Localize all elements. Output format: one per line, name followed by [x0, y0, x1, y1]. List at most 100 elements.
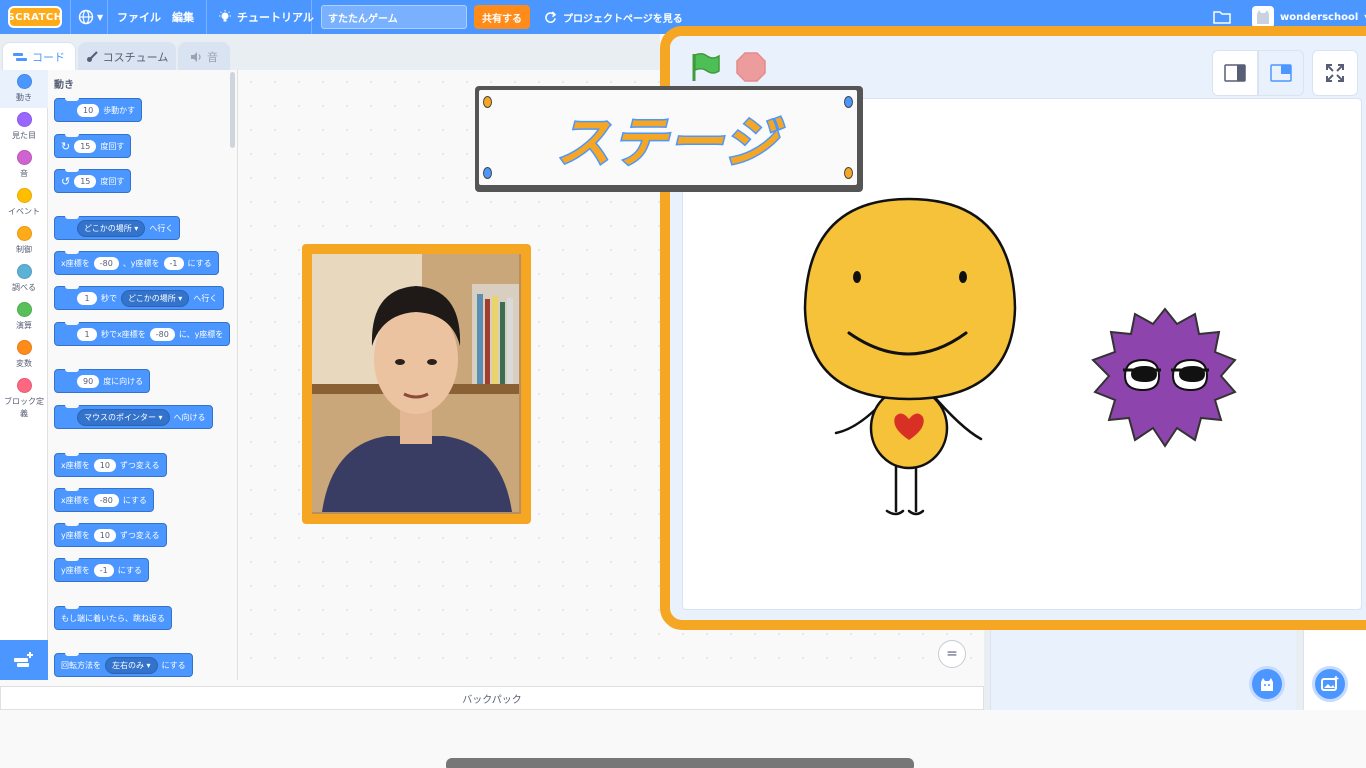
smiley-sprite[interactable] [801, 193, 1021, 523]
category-label: 音 [20, 169, 28, 178]
see-project-page-label: プロジェクトページを見る [563, 13, 683, 25]
cat-avatar-icon [1257, 10, 1269, 24]
category-dot [16, 226, 32, 241]
add-sprite-icon [1261, 678, 1273, 691]
change-y-block[interactable]: y座標を 10 ずつ変える [54, 523, 167, 547]
normal-stage-button[interactable] [1258, 50, 1304, 96]
stage-title-plaque: ステージ [475, 86, 863, 192]
glide-to-block[interactable]: 1 秒で どこかの場所 ▾ へ行く [54, 286, 225, 310]
block-text: 秒で [101, 293, 117, 303]
stage-title-plaque-inner: ステージ [479, 90, 857, 185]
direction-input[interactable]: 90 [77, 374, 100, 388]
green-flag-button[interactable] [690, 52, 722, 86]
y-change-input[interactable]: 10 [93, 528, 116, 542]
dropdown-value: どこかの場所 [128, 293, 176, 303]
presenter-video [312, 254, 521, 514]
stop-icon [736, 52, 766, 82]
block-text: x座標を [61, 495, 90, 505]
go-to-block[interactable]: どこかの場所 ▾ へ行く [54, 216, 181, 240]
edit-menu[interactable]: 編集 [172, 0, 194, 34]
normal-stage-icon [1270, 64, 1292, 82]
category-motion[interactable]: 動き [0, 70, 48, 108]
seconds-input[interactable]: 1 [77, 327, 97, 341]
tab-costumes-label: コスチューム [102, 50, 169, 64]
category-control[interactable]: 制御 [0, 226, 48, 255]
turn-right-block[interactable]: ↻ 15 度回す [54, 134, 132, 158]
category-variables[interactable]: 変数 [0, 340, 48, 369]
rotation-style-dropdown[interactable]: 左右のみ ▾ [105, 656, 158, 674]
category-sensing[interactable]: 調べる [0, 264, 48, 293]
block-text: 歩動かす [103, 105, 136, 115]
block-text: にする [122, 495, 147, 505]
tab-code[interactable]: コード [2, 42, 76, 70]
glide-target-dropdown[interactable]: どこかの場所 ▾ [121, 289, 190, 307]
screw-icon [844, 167, 853, 179]
block-text: ずつ変える [119, 460, 160, 470]
category-label: 動き [16, 93, 32, 102]
go-to-target-dropdown[interactable]: どこかの場所 ▾ [77, 219, 146, 237]
purple-monster-sprite[interactable] [1085, 304, 1245, 454]
share-button[interactable]: 共有する [474, 5, 530, 29]
go-to-xy-block[interactable]: x座標を -80 、y座標を -1 にする [54, 251, 219, 275]
x-input[interactable]: -80 [149, 327, 175, 341]
scratch-logo[interactable]: SCRATCH [7, 6, 62, 28]
category-events[interactable]: イベント [0, 188, 48, 217]
point-towards-dropdown[interactable]: マウスのポインター ▾ [77, 408, 170, 426]
degrees-input[interactable]: 15 [74, 174, 97, 188]
add-extension-button[interactable] [0, 640, 48, 680]
choose-backdrop-button[interactable] [1312, 666, 1348, 702]
choose-sprite-button[interactable] [1249, 666, 1285, 702]
degrees-input[interactable]: 15 [74, 139, 97, 153]
x-change-input[interactable]: 10 [93, 458, 116, 472]
set-x-block[interactable]: x座標を -80 にする [54, 488, 154, 512]
editor-tabs: コード コスチューム 音 [0, 34, 660, 70]
category-looks[interactable]: 見た目 [0, 112, 48, 141]
x-input[interactable]: -80 [93, 493, 119, 507]
category-label: ブロック定義 [4, 397, 44, 418]
palette-scrollbar[interactable] [230, 72, 235, 148]
speaker-icon [191, 51, 201, 62]
block-text: y座標を [61, 530, 90, 540]
stop-button[interactable] [736, 52, 766, 86]
tab-sounds[interactable]: 音 [178, 42, 230, 70]
tab-costumes[interactable]: コスチューム [78, 42, 176, 70]
zoom-reset-button[interactable]: = [938, 640, 966, 668]
file-menu[interactable]: ファイル [117, 0, 161, 34]
y-input[interactable]: -1 [93, 563, 114, 577]
set-y-block[interactable]: y座標を -1 にする [54, 558, 149, 582]
block-text: へ行く [149, 223, 174, 233]
block-text: 回転方法を [61, 660, 101, 670]
y-input[interactable]: -1 [163, 256, 184, 270]
project-title-input[interactable]: すたたんゲーム [321, 5, 467, 29]
backpack-bar[interactable]: バックパック [0, 686, 984, 710]
palette-heading: 動き [54, 80, 74, 91]
change-x-block[interactable]: x座標を 10 ずつ変える [54, 453, 167, 477]
dropdown-value: どこかの場所 [84, 223, 132, 233]
fullscreen-button[interactable] [1312, 50, 1358, 96]
glide-to-xy-block[interactable]: 1 秒でx座標を -80 に、y座標を [54, 322, 231, 346]
steps-input[interactable]: 10 [77, 103, 100, 117]
add-extension-icon [14, 652, 33, 667]
category-my-blocks[interactable]: ブロック定義 [0, 378, 48, 420]
category-sound[interactable]: 音 [0, 150, 48, 179]
category-dot [16, 112, 32, 127]
language-menu[interactable]: ▼ [78, 0, 103, 34]
x-input[interactable]: -80 [93, 256, 119, 270]
stage-title-text: ステージ [555, 110, 780, 176]
small-stage-button[interactable] [1212, 50, 1258, 96]
username: wonderschool [1280, 11, 1359, 23]
category-operators[interactable]: 演算 [0, 302, 48, 331]
bounce-on-edge-block[interactable]: もし端に着いたら、跳ね返る [54, 606, 172, 630]
folder-icon [1213, 11, 1231, 24]
see-project-page-button[interactable]: プロジェクトページを見る [536, 5, 691, 29]
set-rotation-style-block[interactable]: 回転方法を 左右のみ ▾ にする [54, 653, 193, 677]
move-steps-block[interactable]: 10 歩動かす [54, 98, 143, 122]
point-towards-block[interactable]: マウスのポインター ▾ へ向ける [54, 405, 213, 429]
tutorials-button[interactable]: チュートリアル [218, 0, 314, 34]
fullscreen-icon [1326, 64, 1344, 82]
block-text: に、y座標を [178, 329, 224, 339]
seconds-input[interactable]: 1 [77, 291, 97, 305]
turn-left-block[interactable]: ↺ 15 度回す [54, 169, 132, 193]
point-in-direction-block[interactable]: 90 度に向ける [54, 369, 151, 393]
player-handle[interactable] [446, 758, 914, 768]
